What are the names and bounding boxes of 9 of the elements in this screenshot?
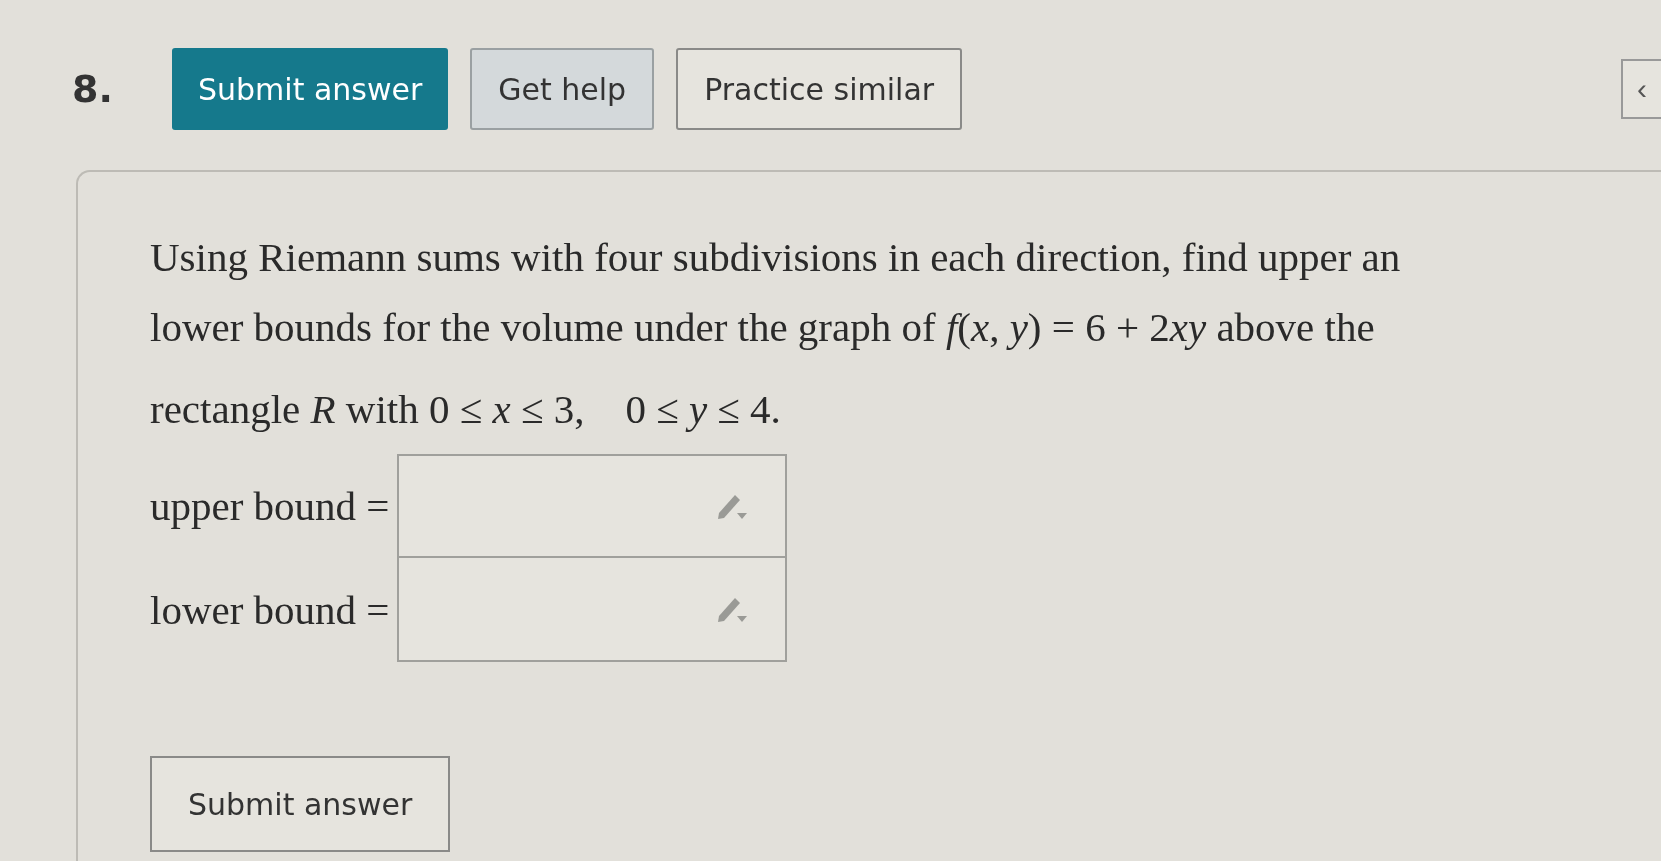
answer-label: upper bound =: [150, 482, 391, 531]
answer-label: lower bound =: [150, 586, 391, 635]
toolbar-button[interactable]: Get help: [470, 48, 655, 130]
toolbar-button[interactable]: Submit answer: [172, 48, 449, 130]
question-text: Using Riemann sums with four subdivisions in each direction, find upper an lower bounds for the volume under the graph of f(x, y) = 6 + 2xy above the rectangle R with 0 ≤ x ≤ 3, 0 ≤ y ≤ 4.: [150, 233, 1402, 435]
previous-button[interactable]: ‹: [1621, 59, 1661, 119]
toolbar-button[interactable]: Practice similar: [676, 48, 963, 130]
question-number: 8.: [72, 67, 114, 111]
submit-button[interactable]: Submit answer: [150, 756, 451, 853]
